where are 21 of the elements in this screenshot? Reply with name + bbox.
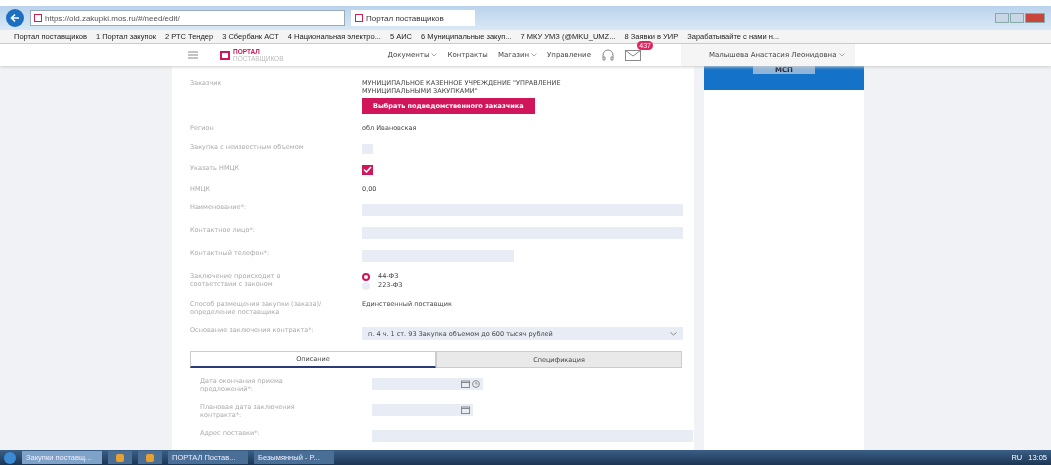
taskbar-app-icon[interactable] bbox=[108, 451, 132, 464]
window-controls[interactable] bbox=[995, 13, 1045, 23]
calendar-icon[interactable] bbox=[461, 380, 470, 388]
clock-icon[interactable] bbox=[472, 380, 480, 388]
radio-button[interactable] bbox=[362, 273, 370, 281]
checkbox[interactable] bbox=[362, 164, 373, 175]
mail-icon[interactable] bbox=[624, 49, 641, 61]
caret-icon[interactable] bbox=[431, 53, 438, 57]
caret-icon[interactable] bbox=[531, 53, 538, 57]
back-arrow-icon bbox=[10, 13, 20, 23]
address-field[interactable]: https://old.zakupki.mos.ru/#/need/edit/ bbox=[30, 10, 345, 26]
radio-button[interactable] bbox=[362, 282, 370, 290]
browser-tab[interactable]: Портал поставщиков bbox=[351, 10, 475, 26]
start-button[interactable] bbox=[4, 451, 16, 464]
caret-icon[interactable] bbox=[670, 331, 677, 336]
taskbar-app-icon[interactable] bbox=[138, 451, 162, 464]
caret-icon[interactable] bbox=[839, 53, 846, 57]
menu-icon[interactable] bbox=[188, 51, 198, 59]
back-button[interactable] bbox=[6, 9, 24, 27]
calendar-icon[interactable] bbox=[461, 406, 470, 414]
headset-icon[interactable] bbox=[600, 48, 615, 62]
